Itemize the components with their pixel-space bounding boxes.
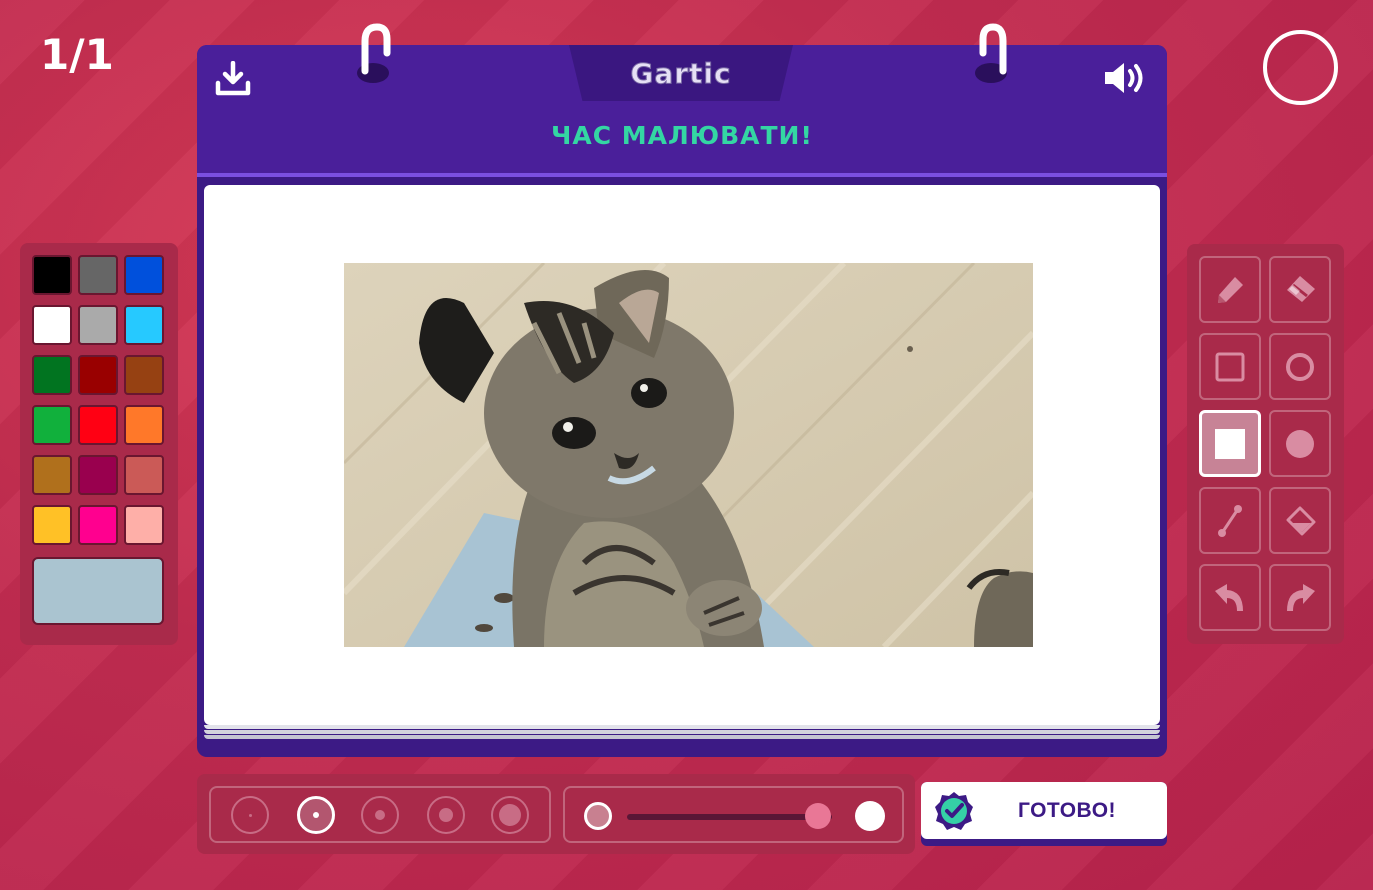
- color-swatch[interactable]: [32, 405, 72, 445]
- binder-ring-left: [357, 23, 391, 83]
- brush-size-1[interactable]: [231, 796, 269, 834]
- brush-size-selector: [209, 786, 551, 843]
- color-swatch[interactable]: [78, 355, 118, 395]
- rectangle-filled-tool[interactable]: [1199, 410, 1261, 477]
- opacity-max-icon: [855, 801, 885, 831]
- download-icon: [215, 61, 251, 96]
- brush-size-5[interactable]: [491, 796, 529, 834]
- color-swatch[interactable]: [32, 355, 72, 395]
- done-button-label: ГОТОВО!: [1017, 798, 1117, 822]
- done-button-face: ГОТОВО!: [921, 782, 1167, 839]
- paper-edge: [204, 730, 1160, 734]
- binder-ring-right: [975, 23, 1007, 83]
- undo-icon: [1215, 583, 1243, 611]
- kitten-drawing: [344, 263, 1033, 647]
- color-swatch[interactable]: [78, 505, 118, 545]
- color-swatch[interactable]: [78, 255, 118, 295]
- square-filled-icon: [1215, 428, 1245, 459]
- circle-filled-icon: [1286, 429, 1314, 458]
- color-palette: [20, 243, 178, 645]
- opacity-track[interactable]: [627, 814, 832, 820]
- line-tool[interactable]: [1199, 487, 1261, 554]
- color-swatch[interactable]: [124, 255, 164, 295]
- color-swatch[interactable]: [32, 455, 72, 495]
- color-swatch[interactable]: [78, 455, 118, 495]
- speaker-icon: [1105, 63, 1143, 93]
- timer-circle-icon: [1263, 30, 1338, 105]
- swatch-grid: [32, 255, 166, 545]
- color-swatch[interactable]: [124, 355, 164, 395]
- brush-size-2[interactable]: [297, 796, 335, 834]
- paper-edge: [204, 735, 1160, 739]
- eraser-tool[interactable]: [1269, 256, 1331, 323]
- color-swatch[interactable]: [32, 305, 72, 345]
- color-swatch[interactable]: [124, 405, 164, 445]
- tool-grid: [1199, 256, 1332, 631]
- pencil-icon: [1218, 276, 1243, 303]
- sound-button[interactable]: [1101, 59, 1151, 97]
- color-swatch[interactable]: [32, 255, 72, 295]
- color-swatch[interactable]: [78, 405, 118, 445]
- paper-edge: [204, 725, 1160, 729]
- fill-tool[interactable]: [1269, 487, 1331, 554]
- circle-outline-icon: [1286, 352, 1314, 381]
- page-title: ЧАС МАЛЮВАТИ!: [551, 121, 813, 150]
- check-badge-icon: [935, 792, 973, 830]
- color-swatch[interactable]: [124, 455, 164, 495]
- pencil-tool[interactable]: [1199, 256, 1261, 323]
- current-color-swatch[interactable]: [32, 557, 164, 625]
- ellipse-outline-tool[interactable]: [1269, 333, 1331, 400]
- drawing-notebook: Gartic ЧАС МАЛЮВАТИ!: [197, 23, 1167, 757]
- brush-controls: [197, 774, 915, 854]
- brush-size-3[interactable]: [361, 796, 399, 834]
- square-outline-icon: [1215, 352, 1245, 381]
- color-swatch[interactable]: [124, 505, 164, 545]
- opacity-min-icon: [584, 802, 612, 830]
- color-swatch[interactable]: [78, 305, 118, 345]
- notebook-header: Gartic ЧАС МАЛЮВАТИ!: [197, 45, 1167, 177]
- redo-icon: [1287, 583, 1315, 611]
- tools-panel: [1187, 244, 1344, 644]
- undo-button[interactable]: [1199, 564, 1261, 631]
- logo-tab: Gartic: [569, 45, 793, 101]
- ellipse-filled-tool[interactable]: [1269, 410, 1331, 477]
- redo-button[interactable]: [1269, 564, 1331, 631]
- color-swatch[interactable]: [32, 505, 72, 545]
- round-counter: 1/1: [40, 30, 114, 79]
- opacity-slider: [563, 786, 904, 843]
- brush-size-4[interactable]: [427, 796, 465, 834]
- eraser-icon: [1287, 275, 1315, 302]
- done-button[interactable]: ГОТОВО!: [921, 782, 1167, 846]
- line-icon: [1218, 504, 1242, 537]
- download-button[interactable]: [213, 59, 253, 99]
- rectangle-outline-tool[interactable]: [1199, 333, 1261, 400]
- bucket-icon: [1286, 506, 1316, 535]
- color-swatch[interactable]: [124, 305, 164, 345]
- logo: Gartic: [630, 56, 732, 90]
- opacity-thumb[interactable]: [804, 803, 831, 829]
